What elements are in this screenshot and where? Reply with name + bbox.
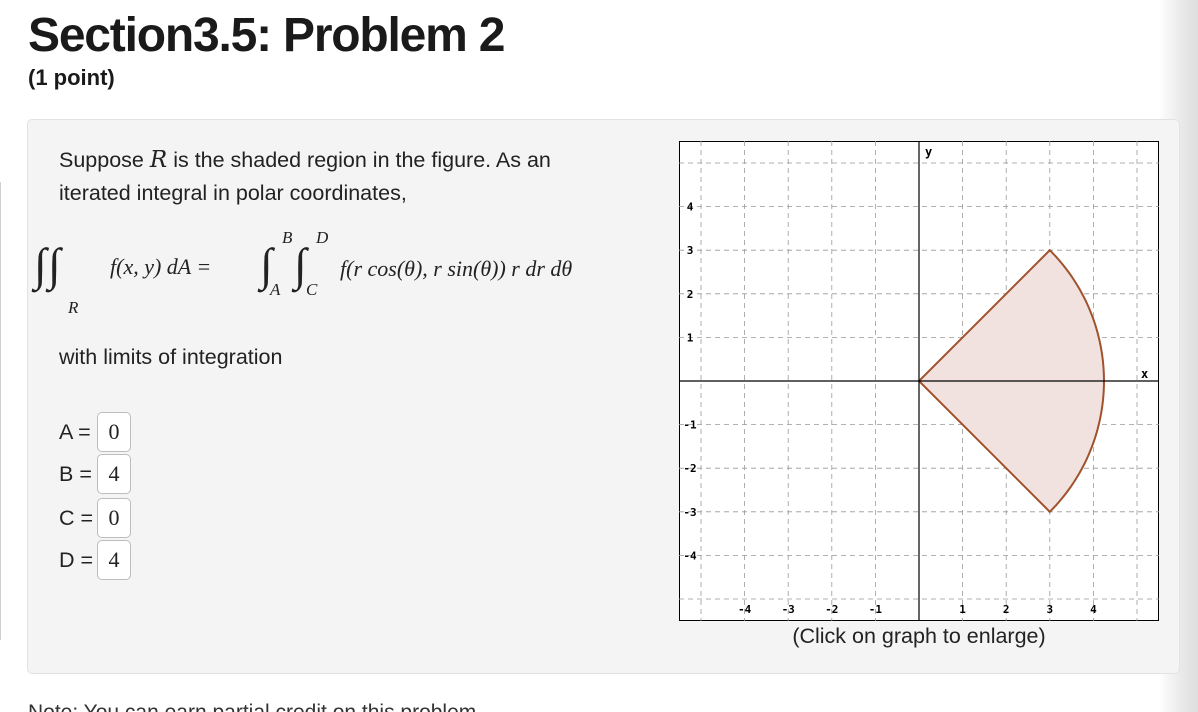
answer-input-a[interactable]: 0 xyxy=(97,412,131,452)
lhs-integrand: f(x, y) dA = xyxy=(110,254,212,279)
answer-input-c[interactable]: 0 xyxy=(97,498,131,538)
polar-integral-equation: ∫ ∫ R f(x, y) dA = ∫ B A ∫ D C f(r cos(θ… xyxy=(34,224,654,320)
region-graph[interactable]: x y -4 -3 -2 -1 1 2 3 4 4 3 2 1 -1 -2 -3 -4 xyxy=(679,141,1159,621)
page-title: Section3.5: Problem 2 xyxy=(28,9,505,62)
x-tick-label: -4 xyxy=(738,603,752,616)
y-axis-label: y xyxy=(925,145,932,159)
x-tick-label: -2 xyxy=(825,603,838,616)
y-tick-label: 1 xyxy=(687,331,694,344)
y-tick-label: 3 xyxy=(687,244,694,257)
left-edge-border xyxy=(0,182,4,640)
y-tick-label: 2 xyxy=(687,288,694,301)
enlarge-graph-link[interactable]: (Click on graph to enlarge) xyxy=(679,624,1159,649)
x-tick-label: 2 xyxy=(1003,603,1010,616)
inner-integral-sign: ∫ xyxy=(294,239,307,290)
answer-label-c: C = xyxy=(59,505,94,530)
answer-row-b: B = 4 xyxy=(59,453,131,495)
outer-lower-limit: A xyxy=(270,280,281,299)
double-integral-sign-2: ∫ xyxy=(48,239,61,290)
limits-instruction: with limits of integration xyxy=(59,345,283,369)
statement-word-suppose: Suppose xyxy=(59,148,144,172)
answer-label-d: D = xyxy=(59,547,94,572)
region-graph-svg[interactable]: x y -4 -3 -2 -1 1 2 3 4 4 3 2 1 -1 -2 -3 -4 xyxy=(679,141,1159,621)
x-tick-label: -3 xyxy=(782,603,795,616)
answer-label-a: A = xyxy=(59,419,91,444)
x-tick-label: 3 xyxy=(1046,603,1053,616)
y-tick-label: -1 xyxy=(683,419,697,432)
x-tick-label: -1 xyxy=(869,603,883,616)
answer-label-b: B = xyxy=(59,461,92,486)
answer-row-a: A = 0 xyxy=(59,411,131,453)
footer-note-text: Note: You can earn partial credit on thi… xyxy=(28,701,482,712)
y-tick-label: 4 xyxy=(687,201,694,214)
inner-upper-limit: D xyxy=(316,228,329,247)
rhs-integrand: f(r cos(θ), r sin(θ)) r dr dθ xyxy=(340,256,573,281)
problem-statement: Suppose R is the shaded region in the fi… xyxy=(59,144,619,210)
footer-note: Note: You can earn partial credit on thi… xyxy=(28,698,548,712)
answer-row-c: C = 0 xyxy=(59,497,131,539)
double-integral-sign-1: ∫ xyxy=(34,239,47,290)
y-tick-label: -3 xyxy=(683,506,696,519)
answer-input-b[interactable]: 4 xyxy=(97,454,131,494)
answer-row-d: D = 4 xyxy=(59,539,131,581)
y-tick-label: -2 xyxy=(683,462,696,475)
x-tick-label: 4 xyxy=(1090,603,1097,616)
inner-lower-limit: C xyxy=(306,280,318,299)
y-tick-label: -4 xyxy=(683,549,697,562)
region-variable: R xyxy=(149,147,168,173)
answer-input-d[interactable]: 4 xyxy=(97,540,131,580)
points-label: (1 point) xyxy=(28,65,115,90)
x-axis-label: x xyxy=(1141,367,1148,381)
x-tick-label: 1 xyxy=(959,603,966,616)
region-subscript: R xyxy=(68,298,79,317)
outer-upper-limit: B xyxy=(282,228,293,247)
